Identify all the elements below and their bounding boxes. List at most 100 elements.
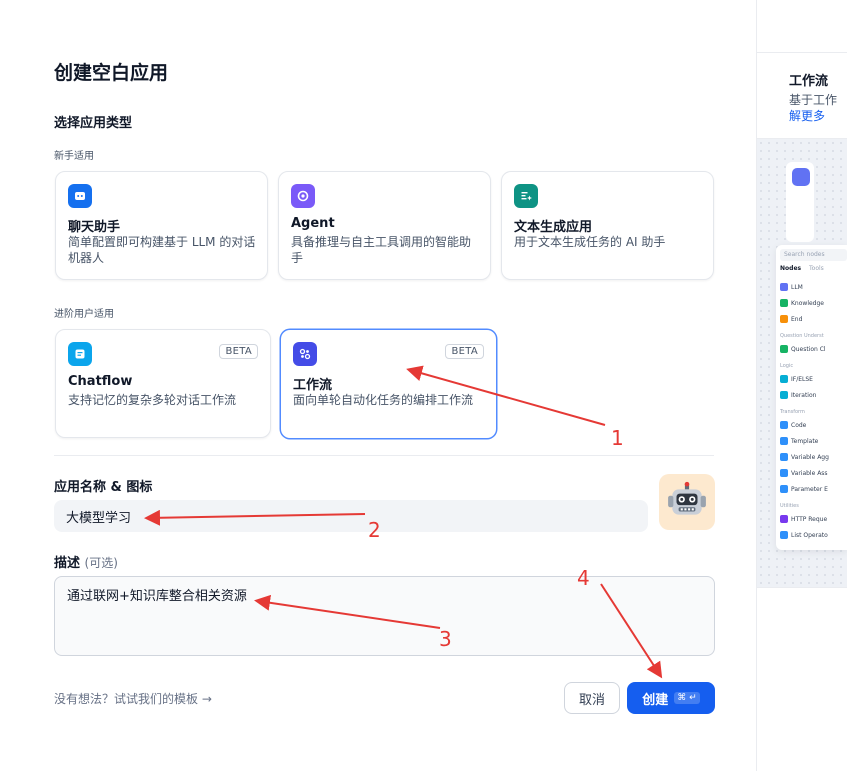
preview-node-label: Question Cl	[791, 345, 826, 353]
learn-more-link[interactable]: 解更多	[789, 107, 825, 124]
preview-node-group: Transform	[780, 409, 805, 415]
description-label-text: 描述	[54, 556, 81, 571]
card-title: 聊天助手	[68, 220, 121, 235]
node-type-icon	[780, 391, 788, 399]
node-type-icon	[780, 375, 788, 383]
app-type-card-chat-assistant[interactable]: 聊天助手 简单配置即可构建基于 LLM 的对话机器人	[55, 171, 268, 280]
node-type-icon	[780, 485, 788, 493]
dialog-title: 创建空白应用	[54, 62, 169, 84]
preview-node-item: Code	[780, 417, 847, 433]
try-templates-link[interactable]: 没有想法？试试我们的模板 →	[54, 690, 212, 707]
preview-node-item: End	[780, 311, 847, 327]
preview-node-label: List Operato	[791, 531, 828, 539]
preview-node-panel: Search nodes Nodes Tools LLM Knowledge End…	[776, 245, 847, 550]
preview-node-item: Knowledge	[780, 295, 847, 311]
preview-node-item: Parameter E	[780, 481, 847, 497]
node-type-icon	[780, 283, 788, 291]
preview-tabs: Nodes Tools	[780, 265, 824, 272]
section-divider	[54, 455, 714, 456]
preview-node-label: Knowledge	[791, 299, 824, 307]
node-type-icon	[780, 453, 788, 461]
node-type-icon	[780, 469, 788, 477]
annotation-number-1: 1	[611, 426, 624, 450]
app-name-label: 应用名称 & 图标	[54, 480, 153, 495]
node-type-icon	[780, 345, 788, 353]
preview-node-item: IF/ELSE	[780, 371, 847, 387]
preview-node-item: Variable Ass	[780, 465, 847, 481]
preview-tab-nodes: Nodes	[780, 265, 802, 272]
workflow-icon	[293, 342, 317, 366]
preview-node-label: HTTP Reque	[791, 515, 828, 523]
preview-node-label: Iteration	[791, 391, 817, 399]
card-title: 文本生成应用	[514, 220, 593, 235]
beginner-group-label: 新手适用	[54, 151, 94, 162]
preview-node-item: Question Cl	[780, 341, 847, 357]
create-button[interactable]: 创建 ⌘ ↵	[627, 682, 715, 714]
preview-tab-tools: Tools	[809, 265, 824, 272]
preview-node-group: Logic	[780, 363, 794, 369]
app-name-input[interactable]	[54, 500, 648, 532]
annotation-number-3: 3	[439, 627, 452, 651]
preview-node-list: LLM Knowledge End Question Underst Question …	[780, 279, 847, 543]
create-button-label: 创建	[642, 692, 669, 708]
card-description: 简单配置即可构建基于 LLM 的对话机器人	[68, 235, 256, 265]
preview-node-item: HTTP Reque	[780, 511, 847, 527]
preview-node-label: Template	[791, 437, 819, 445]
preview-node-label: LLM	[791, 283, 803, 291]
node-type-icon	[780, 531, 788, 539]
preview-search-input: Search nodes	[780, 249, 847, 261]
node-type-icon	[780, 515, 788, 523]
agent-icon	[291, 184, 315, 208]
beta-badge: BETA	[219, 344, 258, 359]
node-type-icon	[780, 421, 788, 429]
preview-node-label: Variable Ass	[791, 469, 828, 477]
app-type-card-workflow[interactable]: BETA 工作流 面向单轮自动化任务的编排工作流	[280, 329, 497, 439]
preview-description: 基于工作	[789, 93, 838, 107]
annotation-number-4: 4	[577, 566, 590, 590]
keyboard-shortcut-icon: ⌘ ↵	[674, 692, 700, 704]
card-description: 面向单轮自动化任务的编排工作流	[293, 393, 474, 407]
chatflow-icon	[68, 342, 92, 366]
preview-node-item: Variable Agg	[780, 449, 847, 465]
cancel-button[interactable]: 取消	[564, 682, 620, 714]
preview-node-group: Question Underst	[780, 333, 824, 339]
robot-icon	[668, 481, 706, 515]
preview-title: 工作流	[789, 74, 829, 89]
preview-node-item: Template	[780, 433, 847, 449]
text-generation-icon	[514, 184, 538, 208]
app-type-card-chatflow[interactable]: BETA Chatflow 支持记忆的复杂多轮对话工作流	[55, 329, 271, 438]
preview-node-item: Iteration	[780, 387, 847, 403]
create-app-dialog: 创建空白应用 选择应用类型 新手适用 聊天助手 简单配置即可构建基于 LLM 的…	[0, 0, 756, 771]
preview-node-label: End	[791, 315, 803, 323]
preview-footer	[757, 588, 847, 771]
preview-divider	[757, 52, 847, 53]
app-icon-picker[interactable]	[659, 474, 715, 530]
preview-node-group: Utilities	[780, 503, 799, 509]
preview-node-label: Parameter E	[791, 485, 828, 493]
preview-node-label: Code	[791, 421, 807, 429]
advanced-group-label: 进阶用户适用	[54, 309, 114, 320]
card-description: 用于文本生成任务的 AI 助手	[514, 235, 666, 249]
card-title: Chatflow	[68, 374, 133, 389]
chat-bot-icon	[68, 184, 92, 208]
app-type-card-agent[interactable]: Agent 具备推理与自主工具调用的智能助手	[278, 171, 491, 280]
beta-badge: BETA	[445, 344, 484, 359]
node-type-icon	[780, 299, 788, 307]
card-title: Agent	[291, 216, 335, 231]
node-type-icon	[780, 437, 788, 445]
app-type-section-title: 选择应用类型	[54, 116, 133, 131]
preview-app-icon	[792, 168, 810, 186]
preview-node-label: Variable Agg	[791, 453, 829, 461]
optional-hint: (可选)	[84, 556, 118, 570]
annotation-number-2: 2	[368, 518, 381, 542]
card-description: 具备推理与自主工具调用的智能助手	[291, 235, 472, 265]
description-textarea[interactable]: 通过联网+知识库整合相关资源	[54, 576, 715, 656]
node-type-icon	[780, 315, 788, 323]
card-description: 支持记忆的复杂多轮对话工作流	[68, 393, 237, 407]
preview-node-item: LLM	[780, 279, 847, 295]
description-label: 描述 (可选)	[54, 552, 118, 571]
app-type-card-text-generator[interactable]: 文本生成应用 用于文本生成任务的 AI 助手	[501, 171, 714, 280]
card-title: 工作流	[293, 378, 333, 393]
preview-node-label: IF/ELSE	[791, 375, 813, 383]
preview-node-item: List Operato	[780, 527, 847, 543]
